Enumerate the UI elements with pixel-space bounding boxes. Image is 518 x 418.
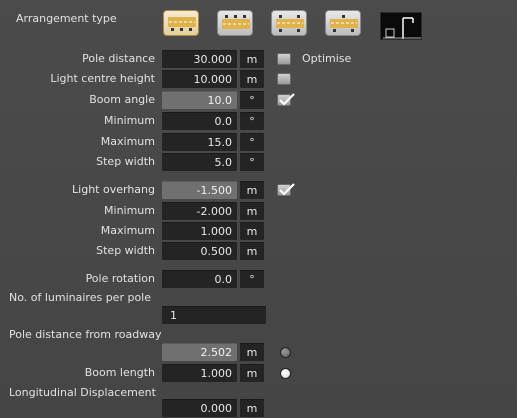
light-centre-height-input[interactable]: 10.000 — [162, 70, 237, 88]
boom-angle-step-width-input[interactable]: 5.0 — [162, 153, 237, 171]
light-overhang-step-width-input[interactable]: 0.500 — [162, 242, 237, 260]
checkmark-icon — [279, 93, 295, 106]
light-overhang-maximum-label: Maximum — [100, 224, 155, 237]
pole-distance-roadway-input[interactable]: 2.502 — [162, 343, 237, 361]
light-overhang-checkbox[interactable] — [277, 183, 295, 196]
boom-angle-maximum-label: Maximum — [100, 135, 155, 148]
arrangement-double-opposite-icon — [276, 15, 304, 32]
pole-distance-input[interactable]: 30.000 — [162, 50, 237, 68]
boom-angle-checkbox[interactable] — [277, 93, 295, 106]
boom-angle-minimum-input[interactable]: 0.0 — [162, 112, 237, 130]
light-overhang-step-width-unit: m — [240, 242, 264, 260]
arrangement-double-staggered-icon — [330, 15, 358, 32]
boom-length-radio[interactable] — [280, 368, 291, 379]
arrangement-settings-panel: Arrangement type Pole distance 30.000 m … — [0, 0, 517, 418]
boom-angle-input[interactable]: 10.0 — [162, 91, 237, 109]
arrangement-double-opposite-button[interactable] — [271, 10, 307, 36]
optimise-label: Optimise — [302, 52, 352, 65]
light-centre-height-unit: m — [240, 70, 264, 88]
boom-length-unit: m — [240, 364, 264, 382]
boom-angle-step-width-label: Step width — [96, 155, 155, 168]
optimise-checkbox[interactable] — [277, 53, 291, 65]
pole-rotation-input[interactable]: 0.0 — [162, 270, 237, 288]
arrangement-single-top-icon — [222, 15, 250, 29]
boom-length-label: Boom length — [84, 366, 155, 379]
luminaires-per-pole-label: No. of luminaires per pole — [9, 291, 152, 304]
arrangement-single-bottom-icon — [168, 17, 196, 31]
light-overhang-label: Light overhang — [72, 183, 155, 196]
street-lamp-pole-icon — [383, 17, 421, 39]
boom-angle-minimum-unit: ° — [240, 112, 264, 130]
longitudinal-displacement-label: Longitudinal Displacement — [9, 386, 156, 399]
pole-distance-label: Pole distance — [82, 52, 155, 65]
longitudinal-displacement-input[interactable]: 0.000 — [162, 399, 237, 417]
boom-angle-minimum-label: Minimum — [104, 114, 155, 127]
boom-angle-maximum-unit: ° — [240, 133, 264, 151]
arrangement-single-top-button[interactable] — [217, 10, 253, 36]
light-overhang-maximum-input[interactable]: 1.000 — [162, 222, 237, 240]
pole-distance-roadway-unit: m — [240, 343, 264, 361]
pole-distance-roadway-radio[interactable] — [280, 347, 291, 358]
boom-angle-step-width-unit: ° — [240, 153, 264, 171]
pole-distance-unit: m — [240, 50, 264, 68]
light-overhang-minimum-unit: m — [240, 202, 264, 220]
light-overhang-maximum-unit: m — [240, 222, 264, 240]
arrangement-double-staggered-button[interactable] — [325, 10, 361, 36]
boom-length-input[interactable]: 1.000 — [162, 364, 237, 382]
light-overhang-step-width-label: Step width — [96, 244, 155, 257]
light-overhang-input[interactable]: -1.500 — [162, 181, 237, 199]
pole-geometry-button[interactable] — [380, 12, 422, 40]
boom-angle-unit: ° — [240, 91, 264, 109]
luminaires-per-pole-input[interactable]: 1 — [162, 306, 266, 324]
light-centre-height-checkbox[interactable] — [277, 73, 291, 85]
arrangement-type-label: Arrangement type — [16, 12, 117, 25]
boom-angle-label: Boom angle — [89, 93, 155, 106]
pole-distance-roadway-label: Pole distance from roadway — [9, 328, 162, 341]
arrangement-single-bottom-button[interactable] — [163, 10, 199, 36]
boom-angle-maximum-input[interactable]: 15.0 — [162, 133, 237, 151]
light-overhang-unit: m — [240, 181, 264, 199]
pole-rotation-unit: ° — [240, 270, 264, 288]
light-centre-height-label: Light centre height — [50, 72, 155, 85]
pole-rotation-label: Pole rotation — [85, 272, 155, 285]
longitudinal-displacement-unit: m — [240, 399, 264, 417]
light-overhang-minimum-input[interactable]: -2.000 — [162, 202, 237, 220]
light-overhang-minimum-label: Minimum — [104, 204, 155, 217]
checkmark-icon — [279, 183, 295, 196]
